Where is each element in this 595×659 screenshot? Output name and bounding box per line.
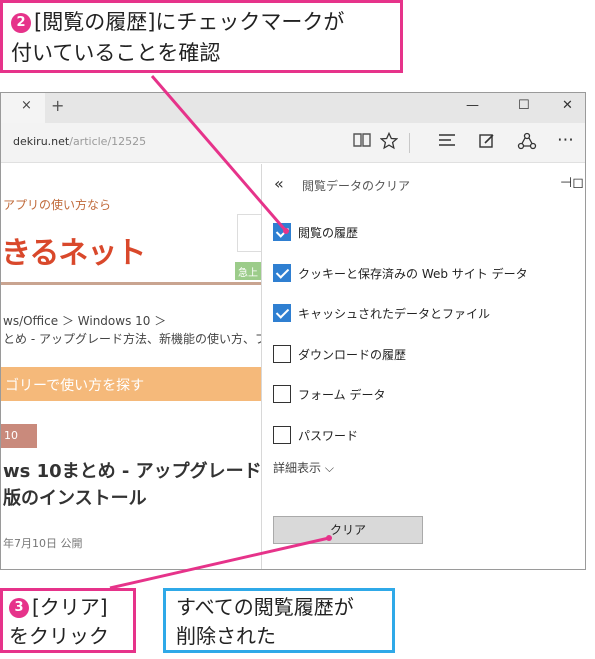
minimize-button[interactable]: — [466, 98, 479, 113]
show-more-link[interactable]: 詳細表示 ⌵ [273, 459, 334, 476]
checkbox[interactable] [273, 223, 291, 241]
option-label: フォーム データ [298, 388, 386, 402]
option-label: 閲覧の履歴 [298, 226, 359, 240]
title-bar: × + — ☐ ✕ [1, 93, 585, 123]
category-tag[interactable]: 10 [1, 424, 37, 448]
callout-text: 付いていることを確認 [11, 41, 221, 65]
clear-browsing-data-panel: « 閲覧データのクリア ⊣◻ 閲覧の履歴 クッキーと保存済みの Web サイト … [261, 164, 585, 569]
share-icon[interactable] [517, 132, 537, 155]
tab-close-icon[interactable]: × [21, 98, 32, 113]
callout-step-2: 2 [閲覧の履歴]にチェックマークが 付いていることを確認 [0, 0, 403, 73]
address-bar: dekiru.net/article/12525 ⋯ [1, 123, 585, 163]
more-icon[interactable]: ⋯ [557, 130, 574, 150]
callout-text: [閲覧の履歴]にチェックマークが [34, 10, 345, 34]
web-note-icon[interactable] [478, 132, 496, 155]
headline-line-2: 版のインストール [3, 488, 147, 509]
option-label: キャッシュされたデータとファイル [298, 307, 491, 321]
checkbox[interactable] [273, 385, 291, 403]
callout-text: [クリア] [32, 595, 108, 619]
checkbox[interactable] [273, 426, 291, 444]
url-path: /article/12525 [69, 135, 147, 148]
site-logo[interactable]: きるネット [1, 228, 146, 272]
step-number-badge: 2 [11, 13, 31, 33]
callout-text: 削除された [176, 624, 276, 648]
category-bar-label: ゴリーで使い方を探す [5, 378, 145, 394]
favorite-star-icon[interactable] [379, 131, 399, 155]
callout-result: すべての閲覧履歴が 削除された [163, 588, 395, 653]
browser-window: × + — ☐ ✕ dekiru.net/article/12525 ⋯ アプリ… [0, 92, 586, 570]
back-chevron-icon[interactable]: « [274, 174, 284, 193]
clear-button[interactable]: クリア [273, 516, 423, 544]
step-number-badge: 3 [9, 598, 29, 618]
new-tab-button[interactable]: + [51, 96, 64, 115]
toolbar-separator [409, 133, 410, 153]
url-domain: dekiru.net [13, 135, 70, 148]
category-search-bar[interactable]: ゴリーで使い方を探す [1, 367, 261, 401]
option-label: クッキーと保存済みの Web サイト データ [298, 267, 528, 281]
checkbox[interactable] [273, 304, 291, 322]
callout-step-3: 3 [クリア] をクリック [0, 588, 136, 653]
checkbox[interactable] [273, 264, 291, 282]
site-tagline: アプリの使い方なら [3, 198, 112, 212]
article-headline: ws 10まとめ - アップグレード方 版のインストール [3, 458, 261, 512]
hub-icon[interactable] [438, 132, 456, 153]
web-page-content: アプリの使い方なら きるネット 急上 ws/Office ＞ Windows 1… [1, 164, 261, 569]
publish-date: 年7月10日 公開 [3, 537, 83, 550]
option-label: パスワード [298, 429, 359, 443]
header-rule [1, 282, 261, 285]
pin-panel-icon[interactable]: ⊣◻ [560, 175, 584, 191]
browser-tab[interactable]: × [1, 93, 45, 123]
headline-line-1: ws 10まとめ - アップグレード方 [3, 461, 261, 482]
callout-text: をクリック [9, 624, 109, 648]
ranking-badge[interactable]: 急上 [235, 262, 261, 280]
close-window-button[interactable]: ✕ [562, 98, 573, 113]
panel-title: 閲覧データのクリア [302, 179, 411, 193]
url-field[interactable]: dekiru.net/article/12525 [13, 135, 146, 148]
site-search-input[interactable] [237, 214, 261, 252]
breadcrumb[interactable]: ws/Office ＞ Windows 10 ＞ [3, 312, 166, 329]
option-label: ダウンロードの履歴 [298, 348, 407, 362]
maximize-button[interactable]: ☐ [518, 98, 530, 113]
breadcrumb-current: とめ - アップグレード方法、新機能の使い方、プレ [3, 332, 261, 346]
reading-view-icon[interactable] [353, 132, 371, 153]
checkbox[interactable] [273, 345, 291, 363]
callout-text: すべての閲覧履歴が [176, 595, 354, 619]
